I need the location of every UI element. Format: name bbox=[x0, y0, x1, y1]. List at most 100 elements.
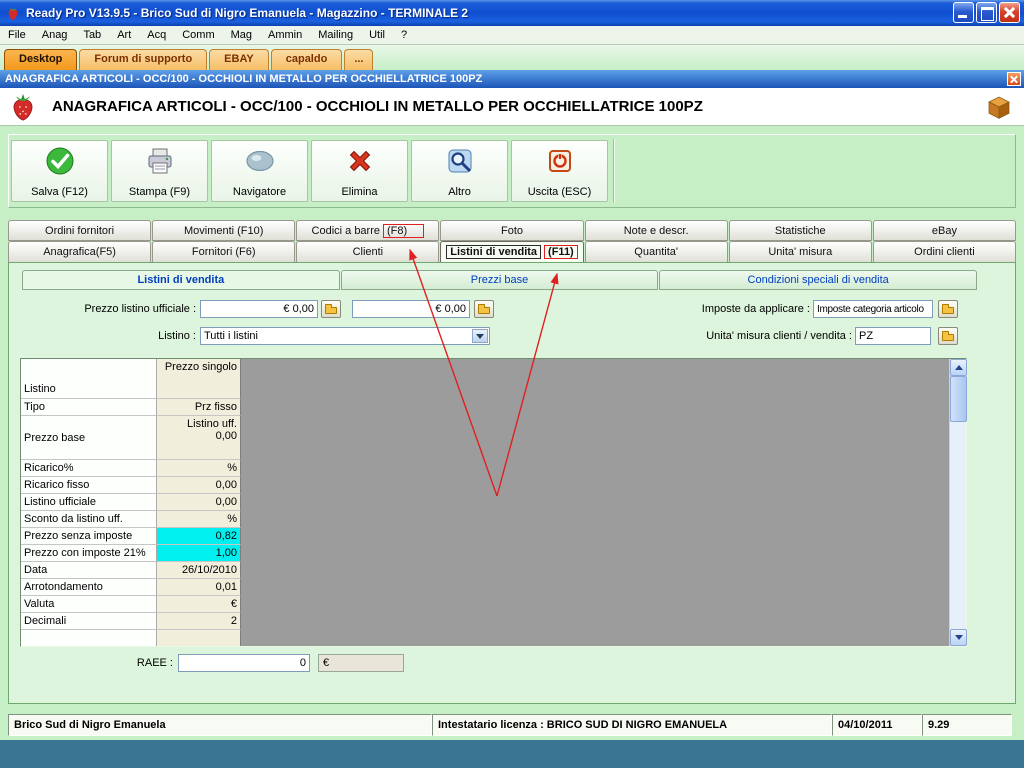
prezzo-listino-lookup-button-1[interactable] bbox=[321, 300, 341, 318]
session-tab-more[interactable]: ... bbox=[344, 49, 374, 70]
menu-tab[interactable]: Tab bbox=[75, 26, 109, 44]
tab-ordini-fornitori[interactable]: Ordini fornitori bbox=[8, 220, 152, 241]
printer-icon bbox=[148, 148, 171, 174]
tab-quantita[interactable]: Quantita' bbox=[584, 241, 728, 263]
table-row: Ricarico fisso 0,00 bbox=[21, 477, 241, 494]
scroll-up-icon[interactable] bbox=[950, 359, 967, 376]
tab-fornitori[interactable]: Fornitori (F6) bbox=[152, 241, 296, 263]
raee-input[interactable]: 0 bbox=[178, 654, 310, 672]
row-value[interactable]: 0,00 bbox=[157, 477, 241, 494]
row-value[interactable]: 2 bbox=[157, 613, 241, 630]
delete-button[interactable]: Elimina bbox=[311, 140, 408, 202]
menu-mailing[interactable]: Mailing bbox=[310, 26, 361, 44]
table-row: Decimali 2 bbox=[21, 613, 241, 630]
vertical-scrollbar[interactable] bbox=[949, 359, 967, 646]
subtab-listini-di-vendita[interactable]: Listini di vendita bbox=[22, 270, 340, 290]
other-button[interactable]: Altro bbox=[411, 140, 508, 202]
menu-art[interactable]: Art bbox=[109, 26, 139, 44]
listino-select[interactable]: Tutti i listini bbox=[200, 327, 490, 345]
row-value[interactable]: % bbox=[157, 511, 241, 528]
tab-unita-misura[interactable]: Unita' misura bbox=[728, 241, 872, 263]
subtab-condizioni-speciali[interactable]: Condizioni speciali di vendita bbox=[659, 270, 978, 290]
row-label: Data bbox=[21, 562, 157, 579]
red-x-icon bbox=[349, 150, 370, 172]
chevron-down-icon[interactable] bbox=[472, 329, 488, 343]
tab-row-bottom: Anagrafica(F5) Fornitori (F6) Clienti Li… bbox=[8, 241, 1016, 263]
scroll-down-icon[interactable] bbox=[950, 629, 967, 646]
subtab-prezzi-base[interactable]: Prezzi base bbox=[340, 270, 659, 290]
row-value[interactable]: 0,82 bbox=[157, 528, 241, 545]
menu-anag[interactable]: Anag bbox=[34, 26, 76, 44]
imposte-label: Imposte da applicare : bbox=[701, 303, 810, 315]
table-row-highlight: Prezzo con imposte 21% 1,00 bbox=[21, 545, 241, 562]
page-header: ANAGRAFICA ARTICOLI - OCC/100 - OCCHIOLI… bbox=[0, 88, 1024, 126]
close-button[interactable] bbox=[999, 2, 1020, 23]
app-window: Ready Pro V13.9.5 - Brico Sud di Nigro E… bbox=[0, 0, 1024, 768]
tab-anagrafica[interactable]: Anagrafica(F5) bbox=[8, 241, 152, 263]
print-button[interactable]: Stampa (F9) bbox=[111, 140, 208, 202]
scrollbar-thumb[interactable] bbox=[950, 376, 967, 422]
prezzo-listino-label: Prezzo listino ufficiale : bbox=[84, 303, 196, 315]
package-box-icon[interactable] bbox=[984, 92, 1014, 122]
unita-misura-input[interactable]: PZ bbox=[855, 327, 931, 345]
tab-listini-di-vendita[interactable]: Listini di vendita (F11) bbox=[440, 241, 584, 263]
menu-file[interactable]: File bbox=[0, 26, 34, 44]
tab-ordini-clienti[interactable]: Ordini clienti bbox=[872, 241, 1016, 263]
session-tab-desktop[interactable]: Desktop bbox=[4, 49, 78, 70]
row-value[interactable]: 1,00 bbox=[157, 545, 241, 562]
prezzo-listino-input-1[interactable]: € 0,00 bbox=[200, 300, 318, 318]
row-value[interactable]: Prz fisso bbox=[157, 399, 241, 416]
row-value[interactable]: 0,00 bbox=[157, 494, 241, 511]
banner-close-icon[interactable] bbox=[1007, 72, 1021, 86]
tab-label: Ordini clienti bbox=[914, 246, 975, 258]
row-label: Prezzo base bbox=[21, 416, 157, 460]
subtab-bar: Listini di vendita Prezzi base Condizion… bbox=[22, 270, 978, 290]
tab-clienti[interactable]: Clienti bbox=[296, 241, 440, 263]
status-time: 9.29 bbox=[922, 714, 1012, 736]
tab-ebay[interactable]: eBay bbox=[872, 220, 1016, 241]
tab-label: Listini di vendita bbox=[446, 245, 542, 259]
tab-foto[interactable]: Foto bbox=[440, 220, 584, 241]
row-value[interactable]: € bbox=[157, 596, 241, 613]
session-tab-ebay[interactable]: EBAY bbox=[209, 49, 269, 70]
navigator-button[interactable]: Navigatore bbox=[211, 140, 308, 202]
prezzo-listino-input-2[interactable]: € 0,00 bbox=[352, 300, 470, 318]
tab-label: Statistiche bbox=[774, 224, 826, 237]
session-tab-capaldo[interactable]: capaldo bbox=[270, 49, 343, 70]
row-value bbox=[157, 630, 241, 646]
imposte-input[interactable]: Imposte categoria articolo bbox=[813, 300, 933, 318]
row-value[interactable]: 0,01 bbox=[157, 579, 241, 596]
tab-fkey-red-annotation: (F11) bbox=[544, 245, 578, 259]
menu-ammin[interactable]: Ammin bbox=[260, 26, 310, 44]
tab-codici-a-barre[interactable]: Codici a barre (F8) bbox=[296, 220, 440, 241]
maximize-button[interactable] bbox=[976, 2, 997, 23]
imposte-lookup-button[interactable] bbox=[938, 300, 958, 318]
minimize-button[interactable] bbox=[953, 2, 974, 23]
tab-statistiche[interactable]: Statistiche bbox=[728, 220, 872, 241]
row-value[interactable]: % bbox=[157, 460, 241, 477]
row-value[interactable]: Listino uff. 0,00 bbox=[157, 416, 241, 460]
green-check-icon bbox=[46, 147, 73, 175]
unita-misura-lookup-button[interactable] bbox=[938, 327, 958, 345]
print-button-label: Stampa (F9) bbox=[128, 186, 191, 198]
document-banner: ANAGRAFICA ARTICOLI - OCC/100 - OCCHIOLI… bbox=[0, 70, 1024, 88]
row-label: Ricarico fisso bbox=[21, 477, 157, 494]
tab-label: Anagrafica(F5) bbox=[43, 246, 116, 258]
menu-comm[interactable]: Comm bbox=[174, 26, 222, 44]
session-tab-forum[interactable]: Forum di supporto bbox=[79, 49, 208, 70]
tab-movimenti[interactable]: Movimenti (F10) bbox=[152, 220, 296, 241]
exit-button[interactable]: Uscita (ESC) bbox=[511, 140, 608, 202]
tab-note-e-descr[interactable]: Note e descr. bbox=[584, 220, 728, 241]
menu-help[interactable]: ? bbox=[393, 26, 415, 44]
row-label: Tipo bbox=[21, 399, 157, 416]
menu-mag[interactable]: Mag bbox=[223, 26, 260, 44]
prezzo-listino-lookup-button-2[interactable] bbox=[474, 300, 494, 318]
status-date: 04/10/2011 bbox=[832, 714, 922, 736]
menu-acq[interactable]: Acq bbox=[139, 26, 174, 44]
row-value[interactable]: Prezzo singolo bbox=[157, 359, 241, 399]
row-label: Listino ufficiale bbox=[21, 494, 157, 511]
delete-button-label: Elimina bbox=[341, 186, 378, 198]
save-button[interactable]: Salva (F12) bbox=[11, 140, 108, 202]
row-value[interactable]: 26/10/2010 bbox=[157, 562, 241, 579]
menu-util[interactable]: Util bbox=[361, 26, 393, 44]
